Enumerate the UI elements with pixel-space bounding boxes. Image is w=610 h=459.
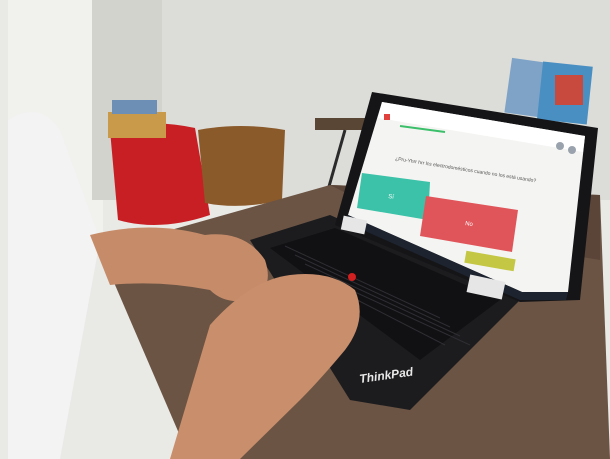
tray-item [112,100,157,114]
audio-icon[interactable] [568,146,576,154]
cardboard-stool [198,126,285,206]
photo-scene: ThinkPad ¿Pru-Yhrr hrr lcs electrodomést… [0,0,610,459]
red-stool [110,123,210,225]
answer-no-label: No [465,221,474,228]
trackpoint[interactable] [348,273,356,281]
wooden-tray [108,112,166,138]
scene-illustration: ThinkPad ¿Pru-Yhrr hrr lcs electrodomést… [0,0,610,459]
close-icon[interactable] [556,142,564,150]
app-logo-icon [384,114,390,120]
brochure-accent [555,75,583,105]
